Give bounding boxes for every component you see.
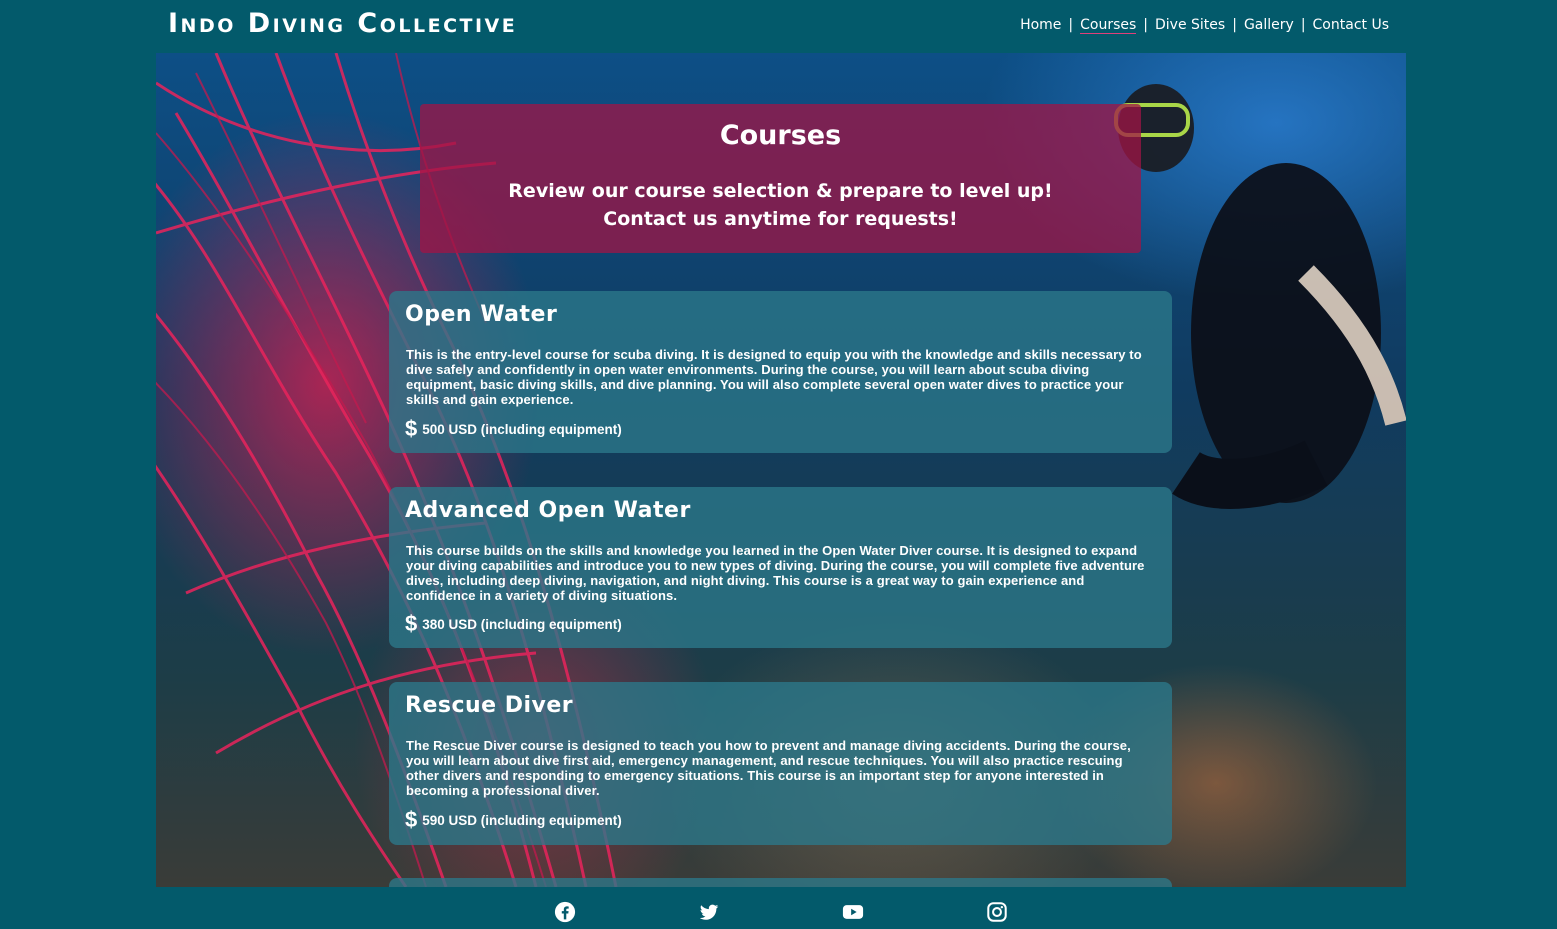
nav-contact-us[interactable]: Contact Us xyxy=(1313,17,1389,33)
instagram-icon[interactable] xyxy=(986,901,1008,923)
course-title: Open Water xyxy=(405,302,558,327)
course-description: This is the entry-level course for scuba… xyxy=(406,347,1142,407)
facebook-icon[interactable] xyxy=(554,901,576,923)
nav-home[interactable]: Home xyxy=(1020,17,1061,33)
course-card-partial xyxy=(389,878,1172,887)
page-title-banner: Courses Review our course selection & pr… xyxy=(420,104,1141,253)
course-price: $ 380 USD (including equipment) xyxy=(405,611,622,636)
subtitle-line-1: Review our course selection & prepare to… xyxy=(508,180,1053,202)
course-description: The Rescue Diver course is designed to t… xyxy=(406,738,1131,798)
nav-separator: | xyxy=(1232,17,1237,33)
nav-separator: | xyxy=(1300,17,1306,33)
nav-courses[interactable]: Courses xyxy=(1080,17,1137,34)
course-price: $ 500 USD (including equipment) xyxy=(405,416,622,441)
course-price: $ 590 USD (including equipment) xyxy=(405,807,622,832)
page-title: Courses xyxy=(719,120,842,151)
course-price-value: 500 USD (including equipment) xyxy=(422,421,622,437)
nav-separator: | xyxy=(1068,17,1074,33)
hero-background: Courses Review our course selection & pr… xyxy=(156,53,1406,887)
course-title: Rescue Diver xyxy=(405,693,574,718)
course-price-value: 380 USD (including equipment) xyxy=(422,616,622,632)
nav-dive-sites[interactable]: Dive Sites xyxy=(1155,17,1225,33)
site-header: Indo Diving Collective Home | Courses | Dive… xyxy=(0,0,1557,53)
twitter-icon[interactable] xyxy=(698,901,720,923)
dollar-icon: $ xyxy=(405,611,418,636)
page-subtitle: Review our course selection & prepare to… xyxy=(420,177,1141,233)
subtitle-line-2: Contact us anytime for requests! xyxy=(603,208,958,230)
course-price-value: 590 USD (including equipment) xyxy=(422,812,622,828)
main-nav: Home | Courses | Dive Sites | Gallery | Contact … xyxy=(1020,17,1389,34)
dollar-icon: $ xyxy=(405,807,418,832)
nav-gallery[interactable]: Gallery xyxy=(1244,17,1294,33)
course-card-rescue-diver: Rescue Diver The Rescue Diver course is … xyxy=(389,682,1172,845)
course-card-advanced-open-water: Advanced Open Water This course builds o… xyxy=(389,487,1172,648)
nav-separator: | xyxy=(1143,17,1149,33)
youtube-icon[interactable] xyxy=(842,901,864,923)
site-logo[interactable]: Indo Diving Collective xyxy=(168,8,517,39)
site-footer xyxy=(0,887,1557,929)
course-title: Advanced Open Water xyxy=(405,498,691,523)
course-description: This course builds on the skills and kno… xyxy=(406,543,1145,603)
course-card-open-water: Open Water This is the entry-level cours… xyxy=(389,291,1172,453)
dollar-icon: $ xyxy=(405,416,418,441)
